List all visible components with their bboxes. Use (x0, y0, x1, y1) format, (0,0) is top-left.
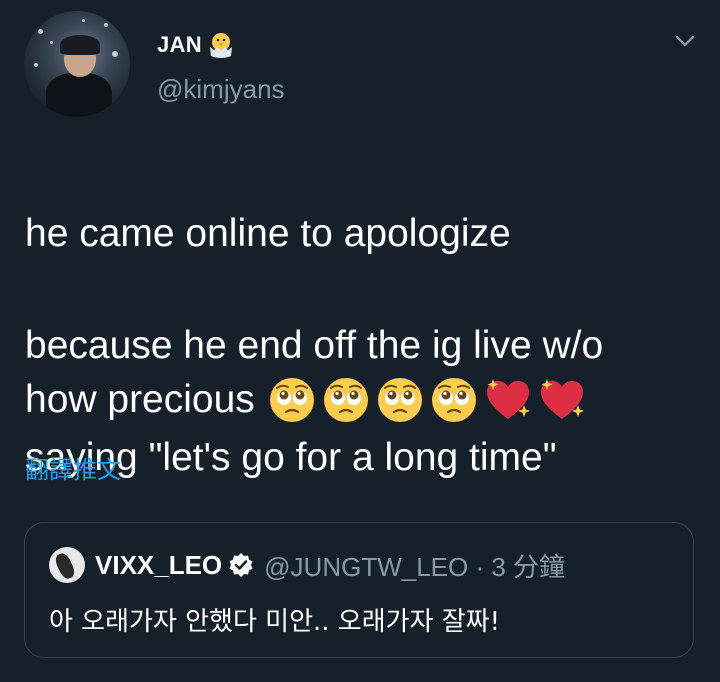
pleading-face-icon (377, 378, 422, 422)
pleading-face-icon (269, 378, 314, 422)
quoted-tweet-card[interactable]: VIXX_LEO @JUNGTW_LEO · 3 分鐘 아 오래가자 안했다 미… (24, 522, 694, 658)
pleading-face-icon (431, 378, 476, 422)
tweet-line: he came online to apologize (25, 212, 511, 255)
tweet-line: saying "let's go for a long time" (25, 436, 557, 479)
quoted-tweet-text: 아 오래가자 안했다 미안.. 오래가자 잘짜! (49, 607, 500, 637)
author-avatar[interactable] (24, 11, 130, 117)
tweet-line: because he end off the ig live w/o (25, 324, 604, 367)
hatching-chick-icon (209, 33, 232, 58)
author-name-row[interactable]: JAN (157, 30, 236, 60)
quoted-tweet-header: VIXX_LEO @JUNGTW_LEO · 3 分鐘 (49, 547, 565, 583)
quoted-author-name: VIXX_LEO (95, 549, 223, 580)
translate-tweet-link[interactable]: 翻譯推文 (25, 450, 121, 485)
tweet-closing-line: how precious (25, 372, 587, 428)
author-handle[interactable]: @kimjyans (157, 74, 285, 105)
pleading-face-icon (323, 378, 368, 422)
sparkling-heart-icon (486, 379, 530, 419)
verified-badge-icon (229, 553, 253, 577)
tweet-closing-text: how precious (25, 378, 255, 421)
quoted-handle-time: @JUNGTW_LEO · 3 分鐘 (264, 551, 566, 582)
sparkling-heart-icon (540, 379, 584, 419)
quoted-author-avatar (49, 547, 85, 583)
chevron-down-icon[interactable] (672, 28, 698, 54)
tweet-body: he came online to apologize because he e… (25, 150, 705, 542)
author-display-name[interactable]: JAN (157, 32, 202, 58)
emoji-row (267, 375, 587, 425)
